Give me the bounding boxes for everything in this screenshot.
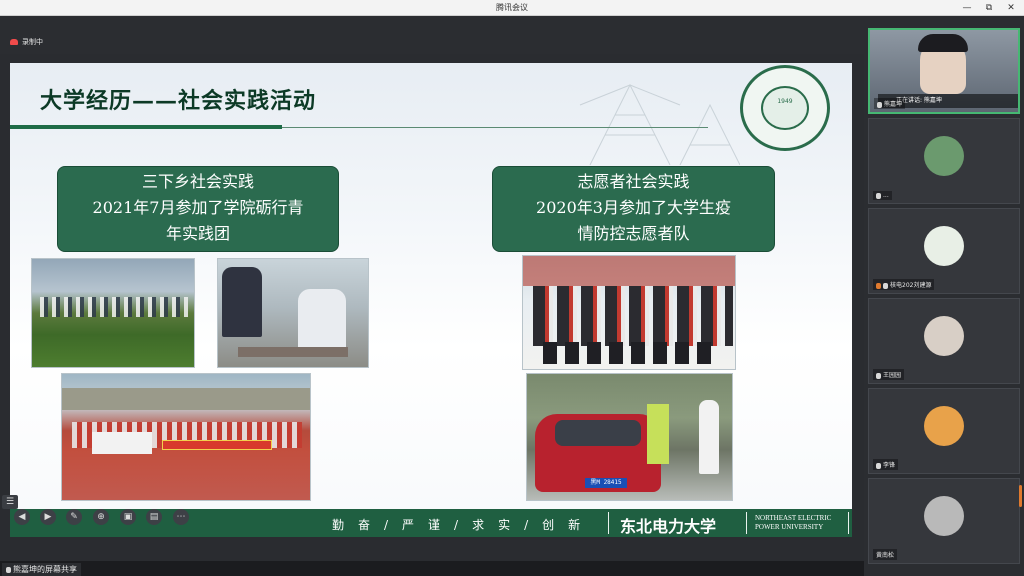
participant-avatar <box>924 136 964 176</box>
share-status-bar: 熊嘉坤的屏幕共享 <box>0 561 864 576</box>
cloud-record-icon <box>10 39 18 45</box>
photo-checkpoint: 黑M 28415 <box>526 373 733 501</box>
university-seal-logo: 1949 <box>740 65 830 151</box>
participant-name: 核电202刘建源 <box>890 282 932 289</box>
volunteer-practice-line3: 情防控志愿者队 <box>577 224 690 243</box>
window-titlebar: 腾讯会议 — ⧉ ✕ <box>0 0 1024 16</box>
photo-field-group <box>31 258 195 368</box>
photo-volunteer-group <box>522 255 736 370</box>
window-title: 腾讯会议 <box>496 3 528 12</box>
title-underline-thick <box>10 125 282 129</box>
user-badge-icon <box>876 282 881 289</box>
photo-team-banner <box>61 373 311 501</box>
subtitle-icon[interactable]: ▤ <box>146 509 162 525</box>
mic-icon <box>876 372 881 379</box>
mic-icon <box>876 462 881 469</box>
photo-field-work <box>217 258 369 368</box>
participant-name: 黄南松 <box>876 552 895 559</box>
slide-footer: 勤 奋 / 严 谨 / 求 实 / 创 新 东北电力大学 NORTHEAST E… <box>10 509 852 537</box>
participant-tile[interactable]: 核电202刘建源 <box>868 208 1020 294</box>
participant-tile[interactable]: 正在讲话: 熊嘉坤 熊嘉坤 <box>868 28 1020 114</box>
participant-avatar <box>924 406 964 446</box>
participant-tile[interactable]: 王园园 <box>868 298 1020 384</box>
restore-button[interactable]: ⧉ <box>978 0 1000 16</box>
participant-name: 王园园 <box>883 372 902 379</box>
participant-name: ... <box>883 192 889 199</box>
screen-icon <box>6 566 11 573</box>
minimize-button[interactable]: — <box>956 0 978 16</box>
screen-share-text: 熊嘉坤的屏幕共享 <box>13 565 77 574</box>
rural-practice-title: 三下乡社会实践 <box>141 172 254 191</box>
power-pylon-graphic <box>579 83 740 165</box>
rural-practice-line3: 年实践团 <box>165 224 230 243</box>
recording-bar: 录制中 <box>0 16 864 54</box>
recording-label: 录制中 <box>22 38 43 46</box>
participant-avatar <box>924 316 964 356</box>
rural-practice-line2: 2021年7月参加了学院砺行青 <box>92 198 304 217</box>
participant-avatar <box>924 226 964 266</box>
license-plate: 黑M 28415 <box>585 478 627 488</box>
speaker-hair <box>918 34 968 52</box>
next-slide-icon[interactable]: ▶ <box>40 509 56 525</box>
volunteer-practice-title: 志愿者社会实践 <box>577 172 690 191</box>
participant-tile[interactable]: 李锋 <box>868 388 1020 474</box>
screen-share-label[interactable]: 熊嘉坤的屏幕共享 <box>2 563 81 576</box>
participant-avatar <box>924 496 964 536</box>
participant-tile[interactable]: 黄南松 <box>868 478 1020 564</box>
university-motto: 勤 奋 / 严 谨 / 求 实 / 创 新 <box>332 518 582 532</box>
close-button[interactable]: ✕ <box>1000 0 1022 16</box>
panel-scrollbar[interactable] <box>1019 485 1022 507</box>
university-name-en-line2: POWER UNIVERSITY <box>755 523 824 531</box>
seal-inner-ring: 1949 <box>761 86 809 130</box>
title-underline-thin <box>282 127 708 128</box>
footer-divider <box>608 512 609 534</box>
mic-icon <box>883 282 888 289</box>
footer-divider <box>848 512 849 534</box>
more-icon[interactable]: ⋯ <box>173 509 189 525</box>
university-name-en: NORTHEAST ELECTRIC POWER UNIVERSITY <box>755 514 831 532</box>
volunteer-practice-line2: 2020年3月参加了大学生疫 <box>536 198 731 217</box>
volunteer-practice-box: 志愿者社会实践 2020年3月参加了大学生疫 情防控志愿者队 <box>492 166 775 252</box>
pen-icon[interactable]: ✎ <box>66 509 82 525</box>
participant-name: 熊嘉坤 <box>884 101 903 108</box>
prev-slide-icon[interactable]: ◀ <box>14 509 30 525</box>
mic-icon <box>877 101 882 108</box>
university-name-en-line1: NORTHEAST ELECTRIC <box>755 514 832 522</box>
slide-list-icon[interactable]: ☰ <box>2 495 18 509</box>
camera-icon[interactable]: ▣ <box>120 509 136 525</box>
seal-year: 1949 <box>777 98 793 105</box>
participant-name: 李锋 <box>883 462 896 469</box>
mic-icon <box>876 192 881 199</box>
presentation-slide: 大学经历——社会实践活动 1949 三下乡社会实践 2021年7月参加了学院砺行… <box>10 63 852 537</box>
recording-indicator[interactable]: 录制中 <box>10 37 43 47</box>
zoom-icon[interactable]: ⊕ <box>93 509 109 525</box>
slide-title: 大学经历——社会实践活动 <box>40 88 317 114</box>
participant-tile[interactable]: ... <box>868 118 1020 204</box>
rural-practice-box: 三下乡社会实践 2021年7月参加了学院砺行青 年实践团 <box>57 166 339 252</box>
footer-divider <box>746 512 747 534</box>
university-name-cn: 东北电力大学 <box>620 517 717 536</box>
